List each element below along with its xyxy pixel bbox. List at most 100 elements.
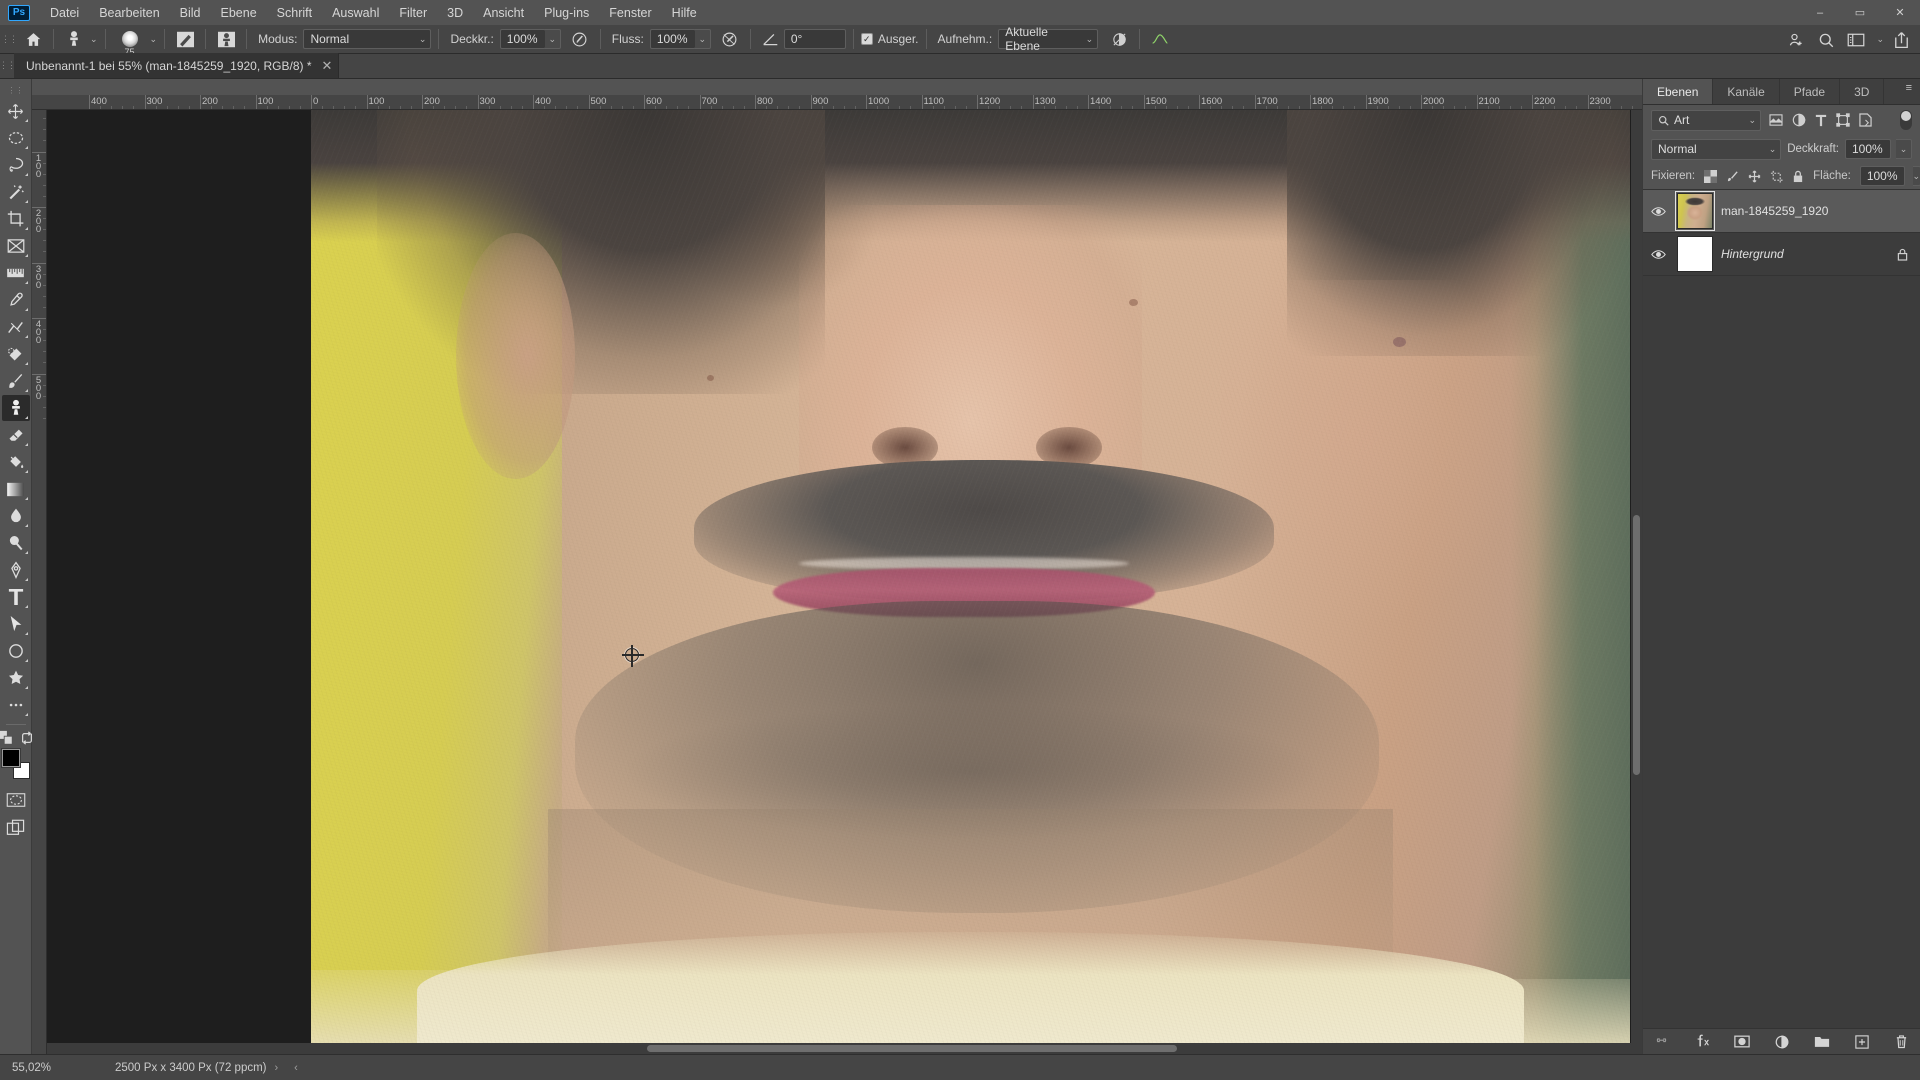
mode-select[interactable]: Normal ⌄ (303, 29, 432, 49)
eraser-tool[interactable] (2, 422, 30, 448)
dodge-tool[interactable] (2, 530, 30, 556)
layer-filter-type-select[interactable]: Art ⌄ (1651, 109, 1761, 131)
tool-preset-chevron[interactable]: ⌄ (90, 34, 98, 45)
blur-tool[interactable] (2, 503, 30, 529)
lock-artboard-icon[interactable] (1770, 170, 1783, 183)
delete-layer-icon[interactable] (1893, 1033, 1911, 1051)
ignore-adjustment-layers-icon[interactable] (1106, 28, 1132, 50)
menu-plugins[interactable]: Plug-ins (534, 2, 599, 24)
screen-mode-icon[interactable] (2, 814, 30, 840)
brush-angle-input[interactable]: 0° (783, 29, 846, 49)
status-prev-arrow[interactable]: ‹ (286, 1062, 306, 1074)
brush-preset-chevron[interactable]: ⌄ (150, 34, 158, 45)
menu-bearbeiten[interactable]: Bearbeiten (89, 2, 169, 24)
chevron-down-icon[interactable]: ⌄ (1876, 34, 1884, 45)
sample-select[interactable]: Aktuelle Ebene ⌄ (998, 25, 1099, 53)
smart-object-filter-icon[interactable] (1859, 113, 1872, 127)
clone-source-panel-icon[interactable] (213, 28, 239, 50)
menu-3d[interactable]: 3D (437, 2, 473, 24)
lasso-tool[interactable] (2, 152, 30, 178)
lock-position-icon[interactable] (1748, 170, 1761, 183)
layer-visibility-eye-icon[interactable] (1647, 249, 1669, 260)
menu-datei[interactable]: Datei (40, 2, 89, 24)
document-tab-close-icon[interactable]: ✕ (322, 59, 333, 72)
shape-filter-icon[interactable] (1836, 113, 1850, 127)
aligned-checkbox[interactable]: ✓ Ausger. (860, 32, 919, 46)
color-swatches[interactable] (0, 748, 30, 779)
panel-menu-icon[interactable]: ≡ (1906, 83, 1912, 94)
adjustment-filter-icon[interactable] (1792, 113, 1806, 127)
airbrush-icon[interactable] (717, 28, 743, 50)
document-tab[interactable]: Unbenannt-1 bei 55% (man-1845259_1920, R… (14, 53, 340, 78)
minimize-button[interactable]: – (1800, 0, 1840, 25)
default-colors-icon[interactable] (0, 730, 14, 746)
patch-tool[interactable] (2, 341, 30, 367)
tool-preset-picker[interactable] (61, 28, 87, 50)
canvas-area[interactable] (47, 110, 1642, 1054)
home-icon[interactable] (20, 28, 46, 50)
type-filter-icon[interactable] (1815, 114, 1827, 127)
lock-transparency-icon[interactable] (1704, 169, 1718, 183)
layer-name[interactable]: man-1845259_1920 (1721, 204, 1920, 218)
opacity-chevron-down-icon[interactable]: ⌄ (544, 29, 561, 49)
lock-image-icon[interactable] (1726, 170, 1739, 183)
menu-hilfe[interactable]: Hilfe (662, 2, 707, 24)
more-tools[interactable] (2, 692, 30, 718)
menu-filter[interactable]: Filter (389, 2, 437, 24)
layer-row[interactable]: Hintergrund (1643, 233, 1920, 276)
blend-mode-select[interactable]: Normal ⌄ (1651, 138, 1782, 160)
path-selection-tool[interactable] (2, 611, 30, 637)
options-bar-grip[interactable]: ⋮⋮ (1, 25, 18, 54)
document-image[interactable] (311, 110, 1630, 1054)
tab-pfade[interactable]: Pfade (1779, 79, 1841, 104)
tab-ebenen[interactable]: Ebenen (1643, 79, 1714, 104)
add-mask-icon[interactable] (1733, 1033, 1751, 1051)
menu-bild[interactable]: Bild (170, 2, 211, 24)
layer-row[interactable]: man-1845259_1920 (1643, 190, 1920, 233)
layer-lock-icon[interactable] (1897, 248, 1908, 261)
menu-ebene[interactable]: Ebene (211, 2, 267, 24)
tab-3d[interactable]: 3D (1840, 79, 1885, 104)
layer-opacity-chevron-down-icon[interactable]: ⌄ (1896, 139, 1912, 159)
search-icon[interactable] (1813, 29, 1839, 51)
tab-bar-grip[interactable]: ⋮⋮ (0, 53, 16, 78)
add-collaborator-icon[interactable] (1783, 29, 1809, 51)
move-tool[interactable] (2, 98, 30, 124)
vertical-ruler[interactable]: 0100200300400500 (32, 110, 47, 1054)
gradient-tool[interactable] (2, 476, 30, 502)
eyedropper-tool[interactable] (2, 287, 30, 313)
canvas-horizontal-scrollbar[interactable] (47, 1043, 1631, 1054)
menu-schrift[interactable]: Schrift (267, 2, 322, 24)
crop-tool[interactable] (2, 206, 30, 232)
custom-shape-tool[interactable] (2, 665, 30, 691)
brush-settings-panel-icon[interactable] (172, 28, 198, 50)
new-group-icon[interactable] (1813, 1033, 1831, 1051)
fill-chevron-down-icon[interactable]: ⌄ (1912, 166, 1920, 186)
brush-angle-icon[interactable] (758, 28, 784, 50)
horizontal-ruler[interactable]: 400 300 200 100 0 100 200 300 400 500 600 700 800 900… (32, 95, 1642, 110)
menu-auswahl[interactable]: Auswahl (322, 2, 389, 24)
status-next-arrow[interactable]: › (267, 1062, 287, 1074)
workspace-layout-icon[interactable] (1843, 29, 1869, 51)
canvas-horizontal-scroll-thumb[interactable] (647, 1045, 1177, 1052)
type-tool[interactable] (2, 584, 30, 610)
paint-bucket-tool[interactable] (2, 449, 30, 475)
layer-opacity-input[interactable]: 100% (1845, 139, 1891, 159)
maximize-button[interactable]: ▭ (1840, 0, 1880, 25)
layer-thumbnail[interactable] (1675, 191, 1715, 231)
fill-input[interactable]: 100% (1859, 166, 1905, 186)
layer-visibility-eye-icon[interactable] (1647, 206, 1669, 217)
add-style-fx-icon[interactable] (1693, 1033, 1711, 1051)
layer-filter-toggle[interactable] (1900, 110, 1912, 130)
document-size[interactable]: 2500 Px x 3400 Px (72 ppcm) (95, 1062, 267, 1074)
marquee-tool[interactable] (2, 125, 30, 151)
zoom-level[interactable]: 55,02% (0, 1062, 95, 1074)
magic-wand-tool[interactable] (2, 179, 30, 205)
brush-size-preview[interactable]: 75 (113, 27, 147, 57)
layers-list[interactable]: man-1845259_1920 Hintergrund (1643, 189, 1920, 1028)
close-button[interactable]: ✕ (1880, 0, 1920, 25)
pen-tool[interactable] (2, 557, 30, 583)
flow-chevron-down-icon[interactable]: ⌄ (694, 29, 711, 49)
canvas-vertical-scroll-thumb[interactable] (1633, 515, 1640, 775)
lock-all-icon[interactable] (1792, 170, 1804, 183)
